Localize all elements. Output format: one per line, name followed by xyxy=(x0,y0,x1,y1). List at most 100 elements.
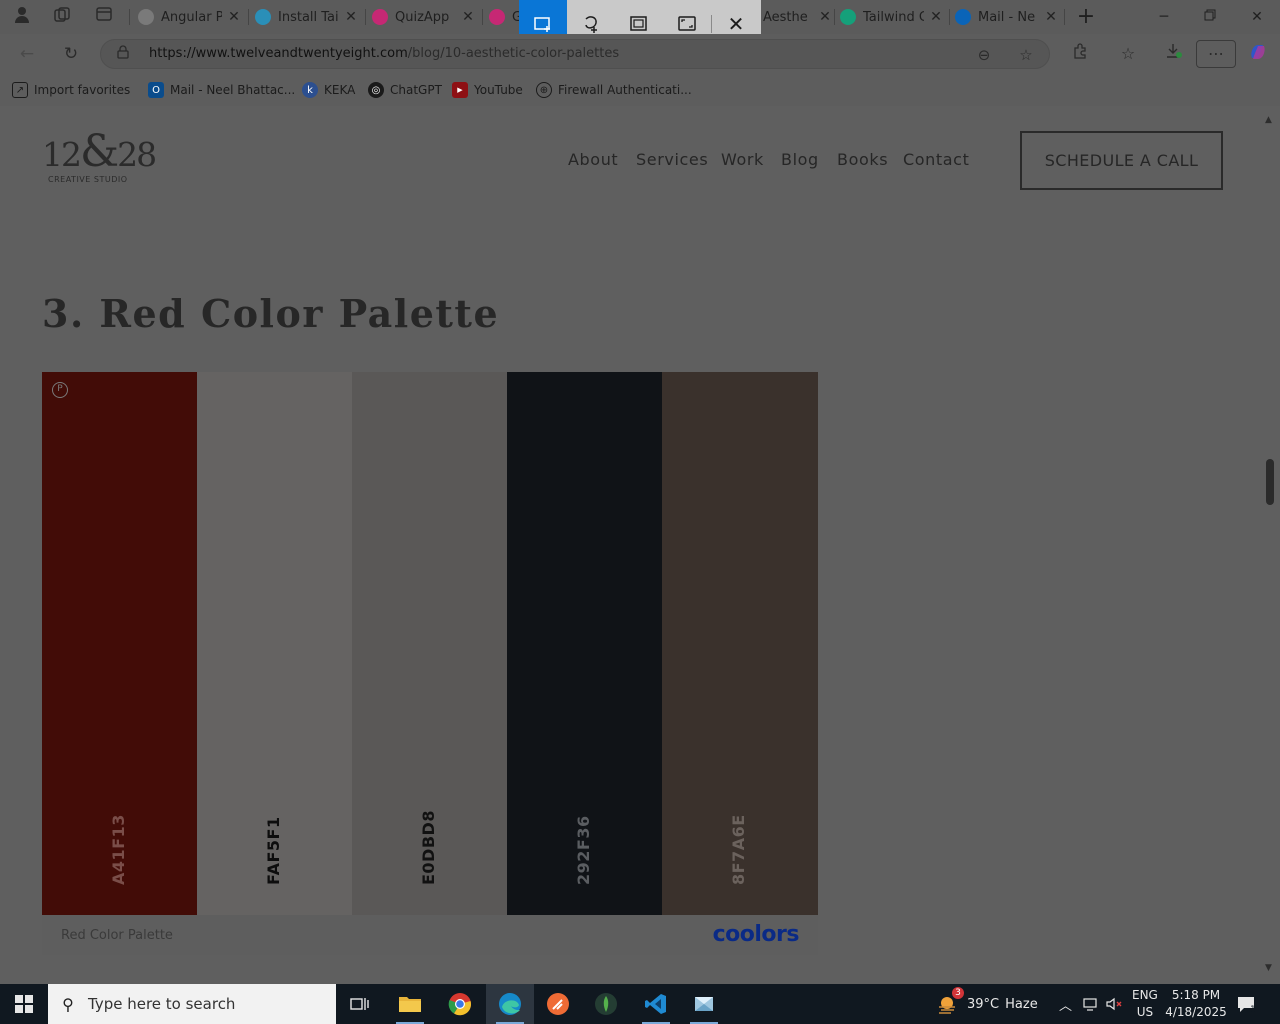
weather-badge: 3 xyxy=(952,987,964,999)
favorites-icon[interactable]: ☆ xyxy=(1114,42,1142,66)
windows-taskbar: ⚲ Type here to search 3 39°C Haze ︿ ENG … xyxy=(0,984,1280,1024)
lock-icon[interactable] xyxy=(117,45,129,63)
swatch-5[interactable]: 8F7A6E xyxy=(662,372,818,915)
folder-import-icon: ↗ xyxy=(12,82,28,98)
clock[interactable]: 5:18 PM 4/18/2025 xyxy=(1165,984,1227,1024)
nav-services[interactable]: Services xyxy=(636,150,708,169)
vscode-icon[interactable] xyxy=(632,984,680,1024)
mongodb-compass-icon[interactable] xyxy=(582,984,630,1024)
close-window-icon[interactable]: ✕ xyxy=(1237,4,1277,30)
tab-close-icon[interactable]: ✕ xyxy=(928,9,944,25)
tab-mail[interactable]: Mail - Ne ✕ xyxy=(955,4,1059,30)
browser-toolbar: ← ↻ https://www.twelveandtwentyeight.com… xyxy=(0,34,1280,74)
downloads-icon[interactable] xyxy=(1160,42,1188,66)
pinterest-icon[interactable]: P xyxy=(52,382,68,398)
back-icon[interactable]: ← xyxy=(14,42,40,66)
schedule-call-button[interactable]: SCHEDULE A CALL xyxy=(1020,131,1223,190)
coolors-logo[interactable]: coolors xyxy=(713,922,800,947)
scroll-down-icon[interactable]: ▼ xyxy=(1265,963,1272,973)
weather-haze-icon: 3 xyxy=(936,987,964,1015)
palette-name: Red Color Palette xyxy=(61,928,173,943)
task-view-icon[interactable] xyxy=(336,984,384,1024)
chrome-icon[interactable] xyxy=(436,984,484,1024)
tab-favicon-icon xyxy=(138,9,154,25)
extensions-icon[interactable] xyxy=(1066,42,1094,66)
weather-condition: Haze xyxy=(1005,996,1038,1012)
weather-widget[interactable]: 3 39°C Haze xyxy=(936,984,1038,1024)
tab-tailwind[interactable]: Tailwind C ✕ xyxy=(840,4,944,30)
swatch-1[interactable]: P A41F13 xyxy=(42,372,198,915)
nav-about[interactable]: About xyxy=(568,150,618,169)
workspaces-icon[interactable] xyxy=(50,6,74,28)
notifications-icon[interactable]: 1 xyxy=(1236,984,1256,1024)
fav-firewall[interactable]: ⊕ Firewall Authenticati... xyxy=(536,80,692,100)
swatch-hex-label: E0DBD8 xyxy=(419,810,438,885)
postman-icon[interactable] xyxy=(534,984,582,1024)
scrollbar-thumb[interactable] xyxy=(1266,459,1274,505)
section-heading: 3. Red Color Palette xyxy=(42,291,500,336)
favorite-star-icon[interactable]: ☆ xyxy=(1015,44,1037,66)
taskbar-search[interactable]: ⚲ Type here to search xyxy=(48,984,336,1024)
scroll-up-icon[interactable]: ▲ xyxy=(1265,115,1272,125)
fav-import-favorites[interactable]: ↗ Import favorites xyxy=(12,80,130,100)
tab-favicon-icon xyxy=(255,9,271,25)
tab-g[interactable]: G xyxy=(489,4,519,30)
favorites-bar: ↗ Import favorites O Mail - Neel Bhattac… xyxy=(0,74,1280,106)
tab-close-icon[interactable]: ✕ xyxy=(817,9,833,25)
swatch-hex-label: 8F7A6E xyxy=(729,814,748,885)
tab-angular[interactable]: Angular Pr ✕ xyxy=(138,4,242,30)
tab-close-icon[interactable]: ✕ xyxy=(1043,9,1059,25)
url-text[interactable]: https://www.twelveandtwentyeight.com/blo… xyxy=(149,46,619,61)
profile-icon[interactable] xyxy=(10,6,34,28)
youtube-icon: ▶ xyxy=(452,82,468,98)
nav-books[interactable]: Books xyxy=(837,150,888,169)
network-icon[interactable] xyxy=(1082,984,1100,1024)
keka-icon: k xyxy=(302,82,318,98)
tab-quizapp[interactable]: QuizApp ✕ xyxy=(372,4,476,30)
copilot-icon[interactable] xyxy=(1244,42,1272,66)
site-logo[interactable]: 12&28 CREATIVE STUDIO xyxy=(42,130,157,191)
refresh-icon[interactable]: ↻ xyxy=(58,42,84,66)
settings-more-icon[interactable]: ⋯ xyxy=(1196,40,1236,68)
swatch-hex-label: FAF5F1 xyxy=(264,816,283,885)
swatch-2[interactable]: FAF5F1 xyxy=(197,372,353,915)
chatgpt-icon: ◎ xyxy=(368,82,384,98)
fav-keka[interactable]: k KEKA xyxy=(302,80,355,100)
page-viewport: 12&28 CREATIVE STUDIO About Services Wor… xyxy=(0,113,1262,982)
tab-actions-icon[interactable] xyxy=(92,6,116,28)
restore-icon[interactable] xyxy=(1190,4,1230,30)
new-tab-button[interactable]: + xyxy=(1066,4,1106,30)
swatch-4[interactable]: 292F36 xyxy=(507,372,663,915)
outlook-icon: O xyxy=(148,82,164,98)
start-button[interactable] xyxy=(0,984,48,1024)
fav-chatgpt[interactable]: ◎ ChatGPT xyxy=(368,80,442,100)
fav-youtube[interactable]: ▶ YouTube xyxy=(452,80,523,100)
page-scrollbar[interactable]: ▲ ▼ xyxy=(1262,113,1280,982)
clock-date: 4/18/2025 xyxy=(1165,1005,1227,1019)
color-palette-embed: P A41F13 FAF5F1 E0DBD8 292F36 8F7A6E Red… xyxy=(42,372,818,982)
tab-install-tailwind[interactable]: Install Tail ✕ xyxy=(255,4,359,30)
globe-icon: ⊕ xyxy=(536,82,552,98)
minimize-icon[interactable]: ─ xyxy=(1144,4,1184,30)
tab-close-icon[interactable]: ✕ xyxy=(460,9,476,25)
address-bar[interactable]: https://www.twelveandtwentyeight.com/blo… xyxy=(100,39,1050,69)
fav-mail[interactable]: O Mail - Neel Bhattac... xyxy=(148,80,295,100)
language-indicator[interactable]: ENG US xyxy=(1132,984,1158,1024)
snipping-tool-icon[interactable] xyxy=(680,984,728,1024)
tab-aesthetic-active[interactable]: Aesthe ✕ xyxy=(763,4,833,30)
volume-muted-icon[interactable] xyxy=(1106,984,1124,1024)
nav-blog[interactable]: Blog xyxy=(781,150,819,169)
weather-temp: 39°C xyxy=(967,996,1000,1012)
search-icon: ⚲ xyxy=(62,994,74,1014)
nav-work[interactable]: Work xyxy=(721,150,764,169)
file-explorer-icon[interactable] xyxy=(386,984,434,1024)
swatch-3[interactable]: E0DBD8 xyxy=(352,372,508,915)
tab-close-icon[interactable]: ✕ xyxy=(226,9,242,25)
more-tools-icon[interactable]: ⊖ xyxy=(973,44,995,66)
nav-contact[interactable]: Contact xyxy=(903,150,969,169)
edge-icon[interactable] xyxy=(486,984,534,1024)
tab-favicon-icon xyxy=(489,9,505,25)
tab-close-icon[interactable]: ✕ xyxy=(343,9,359,25)
show-hidden-icons-icon[interactable]: ︿ xyxy=(1059,984,1072,1024)
swatch-hex-label: A41F13 xyxy=(109,814,128,885)
